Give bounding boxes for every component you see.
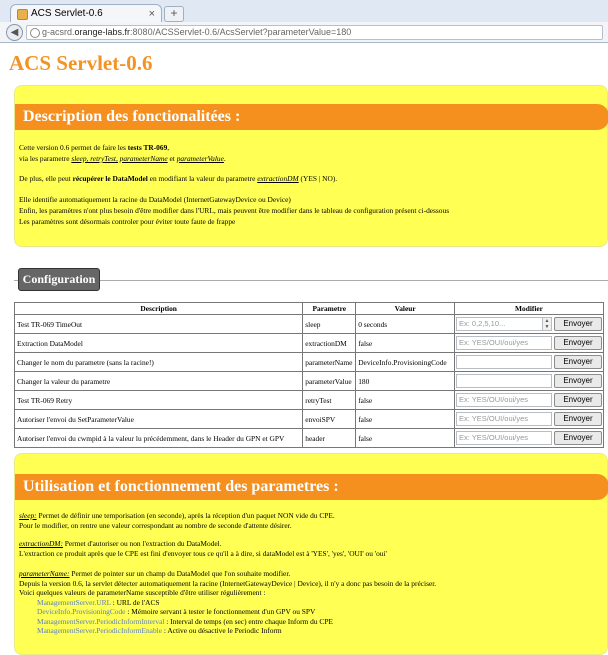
envoyer-button[interactable]: Envoyer [554, 355, 602, 369]
header-modifier: Modifier [454, 302, 604, 315]
envoyer-button[interactable]: Envoyer [554, 374, 602, 388]
row-description: Test TR-069 TimeOut [13, 314, 304, 334]
header-parametre: Parametre [302, 302, 357, 315]
envoyer-button[interactable]: Envoyer [554, 336, 602, 350]
row-valeur: false [355, 409, 455, 429]
row-parametre: retryTest [302, 390, 357, 410]
row-description: Changer la valeur du parametre [13, 371, 304, 391]
list-item: DeviceInfo.ProvisioningCode : Mémoire se… [37, 607, 316, 616]
table-row: Autoriser l'envoi du cwmpid à la valeur … [13, 428, 604, 448]
row-valeur: false [355, 390, 455, 410]
configuration-toggle-button[interactable]: Configuration [18, 268, 100, 291]
address-bar[interactable]: g-acsrd.orange-labs.fr:8080/ACSServlet-0… [26, 25, 603, 40]
row-modifier: Envoyer [454, 371, 604, 391]
description-line-6: Les paramètres sont désormais controler … [19, 217, 236, 226]
value-input[interactable] [456, 374, 552, 388]
extraction-paragraph: extractionDM: Permet d'autoriser ou non … [19, 539, 387, 558]
example-list: ManagementServer.URL : URL de l'ACS Devi… [19, 598, 436, 636]
row-modifier: Ex: 0,2,5,10... ▲ ▼ Envoyer [454, 314, 604, 334]
value-input[interactable]: Ex: 0,2,5,10... ▲ ▼ [456, 317, 552, 331]
row-description: Changer le nom du parametre (sans la rac… [13, 352, 304, 372]
page-content: ACS Servlet-0.6 Description des fonction… [0, 43, 608, 655]
row-valeur: DeviceInfo.ProvisioningCode [355, 352, 455, 372]
sleep-paragraph: sleep: Permet de définir une temporisati… [19, 511, 335, 530]
parametername-paragraph: parameterName: Permet de pointer sur un … [19, 569, 437, 636]
row-description: Test TR-069 Retry [13, 390, 304, 410]
page-title: ACS Servlet-0.6 [9, 51, 153, 75]
table-row: Extraction DataModel extractionDM false Ex:… [13, 333, 604, 353]
parametername-label: parameterName: [19, 569, 70, 578]
page-favicon-icon [17, 9, 28, 20]
description-section: Description des fonctionalitées : Cette … [14, 85, 608, 247]
table-row: Test TR-069 TimeOut sleep 0 seconds Ex: 0,2… [13, 314, 604, 334]
description-line-5: Enfin, les paramètres n'ont plus besoin … [19, 206, 450, 215]
browser-chrome: ACS Servlet-0.6 × + ◀ g-acsrd.orange-lab… [0, 0, 608, 43]
row-modifier: Ex: YES/OUI/oui/yes Envoyer [454, 333, 604, 353]
row-parametre: header [302, 428, 357, 448]
row-parametre: extractionDM [302, 333, 357, 353]
list-item: ManagementServer.URL : URL de l'ACS [37, 597, 160, 607]
envoyer-button[interactable]: Envoyer [554, 412, 602, 426]
configuration-divider [14, 280, 608, 281]
description-line-4: Elle identifie automatiquement la racine… [19, 195, 291, 204]
description-line-1: Cette version 0.6 permet de faire les te… [19, 143, 170, 152]
spinner-arrows-icon[interactable]: ▲ ▼ [542, 318, 551, 330]
envoyer-button[interactable]: Envoyer [554, 393, 602, 407]
value-input[interactable]: Ex: YES/OUI/oui/yes [456, 336, 552, 350]
new-tab-button[interactable]: + [164, 6, 184, 22]
envoyer-button[interactable]: Envoyer [554, 431, 602, 445]
row-parametre: envoiSPV [302, 409, 357, 429]
value-input[interactable] [456, 355, 552, 369]
row-modifier: Ex: YES/OUI/oui/yes Envoyer [454, 409, 604, 429]
row-description: Extraction DataModel [13, 333, 304, 353]
row-valeur: 0 seconds [355, 314, 455, 334]
globe-icon [30, 28, 40, 38]
row-valeur: 180 [355, 371, 455, 391]
row-valeur: false [355, 428, 455, 448]
row-modifier: Ex: YES/OUI/oui/yes Envoyer [454, 390, 604, 410]
usage-heading: Utilisation et fonctionnement des parame… [15, 474, 608, 500]
configuration-section: Configuration Description Parametre Vale… [13, 268, 608, 448]
tab-title: ACS Servlet-0.6 [31, 8, 103, 19]
table-row: Changer la valeur du parametre parameterV… [13, 371, 604, 391]
header-description: Description [13, 302, 304, 315]
table-row: Test TR-069 Retry retryTest false Ex: YES/O… [13, 390, 604, 410]
description-line-3: De plus, elle peut récupérer le DataMode… [19, 174, 338, 183]
row-description: Autoriser l'envoi du cwmpid à la valeur … [13, 428, 304, 448]
header-valeur: Valeur [355, 302, 455, 315]
description-line-2: via les parametre sleep, retryTest, para… [19, 154, 226, 163]
value-input[interactable]: Ex: YES/OUI/oui/yes [456, 412, 552, 426]
configuration-table: Description Parametre Valeur Modifier Te… [13, 302, 604, 448]
table-header-row: Description Parametre Valeur Modifier [13, 302, 604, 315]
table-row: Autoriser l'envoi du SetParameterValue en… [13, 409, 604, 429]
description-heading: Description des fonctionalitées : [15, 104, 608, 130]
list-item: ManagementServer.PeriodicInformEnable : … [37, 626, 282, 635]
navigation-bar: ◀ g-acsrd.orange-labs.fr:8080/ACSServlet… [0, 22, 608, 42]
row-valeur: false [355, 333, 455, 353]
url-text: g-acsrd.orange-labs.fr:8080/ACSServlet-0… [42, 27, 352, 37]
row-description: Autoriser l'envoi du SetParameterValue [13, 409, 304, 429]
extraction-label: extractionDM: [19, 539, 63, 548]
usage-section: Utilisation et fonctionnement des parame… [14, 453, 608, 655]
row-modifier: Envoyer [454, 352, 604, 372]
row-parametre: parameterName [302, 352, 357, 372]
table-row: Changer le nom du parametre (sans la rac… [13, 352, 604, 372]
tab-close-icon[interactable]: × [149, 5, 155, 23]
envoyer-button[interactable]: Envoyer [554, 317, 602, 331]
sleep-label: sleep: [19, 511, 37, 520]
row-parametre: sleep [302, 314, 357, 334]
value-input[interactable]: Ex: YES/OUI/oui/yes [456, 393, 552, 407]
browser-tab[interactable]: ACS Servlet-0.6 × [10, 4, 162, 23]
row-modifier: Ex: YES/OUI/oui/yes Envoyer [454, 428, 604, 448]
row-parametre: parameterValue [302, 371, 357, 391]
value-input[interactable]: Ex: YES/OUI/oui/yes [456, 431, 552, 445]
list-item: ManagementServer.PeriodicInformInterval … [37, 616, 333, 626]
back-arrow-icon[interactable]: ◀ [6, 24, 23, 41]
